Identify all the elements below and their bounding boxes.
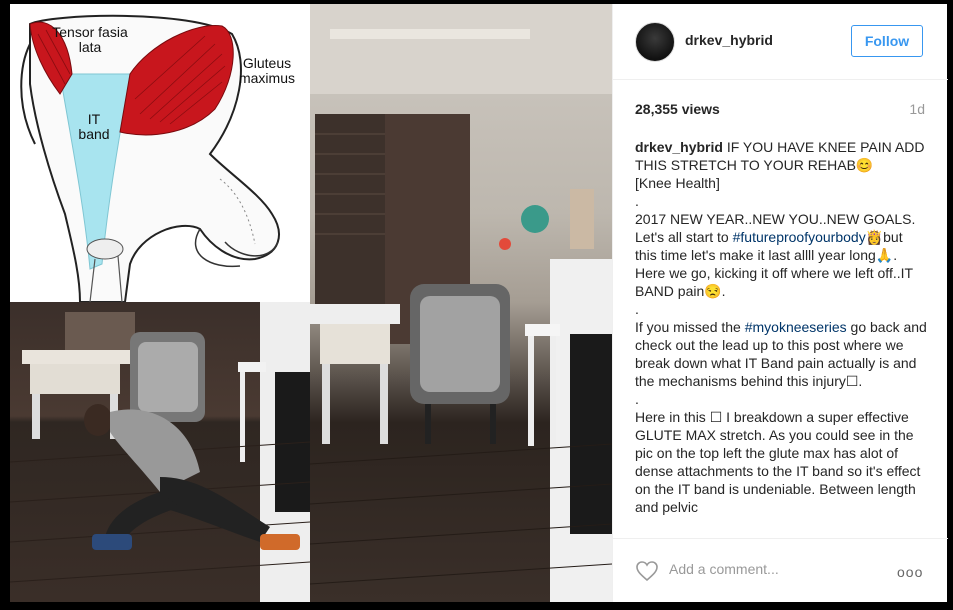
stretch-photo — [10, 302, 310, 602]
caption-separator: . — [635, 193, 639, 209]
hashtag-link[interactable]: #myokneeseries — [745, 319, 847, 335]
follow-button[interactable]: Follow — [851, 25, 923, 57]
caption-subtitle: [Knee Health] — [635, 175, 720, 191]
caption-separator: . — [635, 391, 639, 407]
post-image[interactable]: Tensor fasia lata Gluteus maximus IT ban… — [10, 4, 612, 602]
view-count[interactable]: 28,355 views — [635, 101, 720, 117]
label-tensor-fascia-lata: Tensor fasia lata — [52, 24, 128, 55]
hashtag-link[interactable]: #futureproofyourbody — [733, 229, 866, 245]
comment-bar: Add a comment... ooo — [613, 538, 948, 602]
comment-input[interactable]: Add a comment... — [669, 561, 869, 581]
post-caption: drkev_hybrid IF YOU HAVE KNEE PAIN ADD T… — [635, 138, 927, 538]
more-options-icon[interactable]: ooo — [897, 564, 923, 580]
caption-paragraph-1: 2017 NEW YEAR..NEW YOU..NEW GOALS. Let's… — [635, 210, 927, 300]
username-link[interactable]: drkev_hybrid — [685, 32, 773, 48]
stretch-scene — [10, 302, 310, 602]
caption-paragraph-2: If you missed the #myokneeseries go back… — [635, 318, 927, 390]
caption-separator: . — [635, 301, 639, 317]
avatar[interactable] — [635, 22, 675, 62]
instagram-post-modal: Tensor fasia lata Gluteus maximus IT ban… — [0, 0, 953, 610]
caption-author-link[interactable]: drkev_hybrid — [635, 139, 723, 155]
room-photo — [310, 4, 612, 602]
heart-icon[interactable] — [635, 559, 659, 583]
post-sidebar: drkev_hybrid Follow 28,355 views 1d drke… — [612, 4, 948, 602]
room-scene — [310, 4, 612, 602]
caption-text: If you missed the — [635, 319, 745, 335]
post-age[interactable]: 1d — [909, 101, 925, 117]
caption-paragraph-3: Here in this ☐ I breakdown a super effec… — [635, 409, 921, 515]
post-header: drkev_hybrid Follow — [613, 4, 948, 80]
anatomy-diagram: Tensor fasia lata Gluteus maximus IT ban… — [10, 4, 310, 302]
label-it-band: IT band — [78, 111, 110, 142]
post-stats: 28,355 views 1d — [635, 101, 925, 121]
label-gluteus-maximus: Gluteus maximus — [238, 55, 295, 86]
